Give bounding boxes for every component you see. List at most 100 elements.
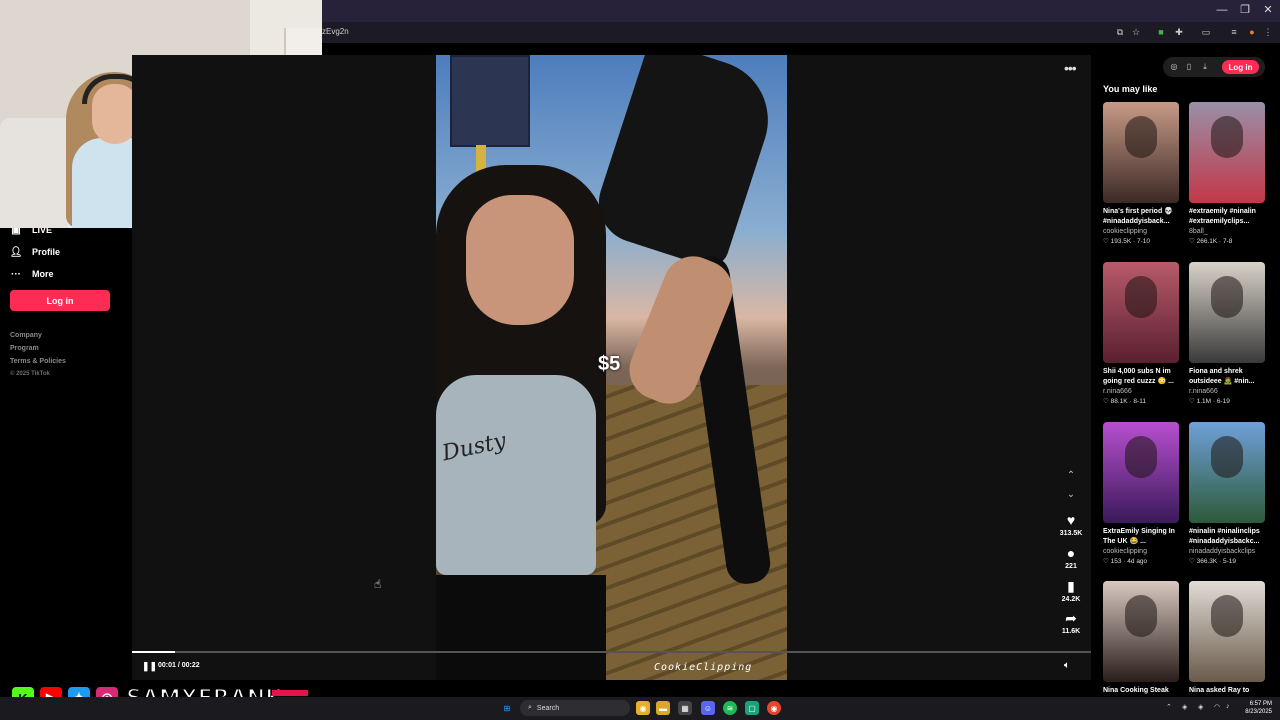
start-icon[interactable]: ⊞ <box>500 701 514 715</box>
card-meta: ♡ 153 · 4d ago <box>1103 558 1148 565</box>
recommendation-card[interactable]: Nina Cooking Steak <box>1103 581 1179 696</box>
extension-icon[interactable]: ■ <box>1155 26 1167 38</box>
footer-link-company[interactable]: Company <box>10 332 42 339</box>
coin-icon[interactable]: ◎ <box>1168 62 1180 71</box>
footer-link-program[interactable]: Program <box>10 345 39 352</box>
maximize-button[interactable]: ❐ <box>1235 3 1255 17</box>
tray-app-icon[interactable]: ◈ <box>1198 703 1203 711</box>
pause-icon[interactable]: ❚❚ <box>142 661 157 672</box>
video-watermark: CookieClipping <box>654 662 753 673</box>
card-thumbnail[interactable] <box>1103 422 1179 523</box>
chrome-active-icon[interactable]: ◉ <box>767 701 781 715</box>
recommendation-card[interactable]: #ninalin #ninalinclips #ninadaddyisbackc.… <box>1189 422 1265 567</box>
card-title-line2: going red cuzzz 😳 ... <box>1103 378 1174 385</box>
card-date: 4d ago <box>1127 558 1148 565</box>
save-button[interactable]: ▮ 24.2K <box>1058 578 1084 603</box>
extensions-puzzle-icon[interactable]: ✚ <box>1173 26 1185 38</box>
card-thumbnail[interactable] <box>1189 581 1265 682</box>
card-likes: 266.1K <box>1196 238 1218 245</box>
profile-icon: 👤︎ <box>9 246 23 258</box>
header-login-button[interactable]: Log in <box>1222 60 1259 74</box>
recommendation-card[interactable]: Shii 4,000 subs N im going red cuzzz 😳 ..… <box>1103 262 1179 407</box>
card-author[interactable]: cookieclipping <box>1103 227 1179 237</box>
taskbar-search[interactable]: ⌕ Search <box>520 700 630 716</box>
previous-video-icon[interactable]: ⌃ <box>1064 470 1078 481</box>
wifi-icon[interactable]: ◠ <box>1214 703 1220 711</box>
avatar[interactable]: ● <box>1246 26 1258 38</box>
card-thumbnail[interactable] <box>1103 581 1179 682</box>
discord-icon[interactable]: ☺ <box>701 701 715 715</box>
kebab-menu-icon[interactable]: ⋮ <box>1262 26 1274 38</box>
profile-menu-icon[interactable]: ≡ <box>1228 26 1240 38</box>
save-count: 24.2K <box>1061 596 1081 603</box>
card-thumbnail[interactable] <box>1189 262 1265 363</box>
minimize-button[interactable]: — <box>1212 3 1232 17</box>
close-window-button[interactable]: ✕ <box>1258 3 1278 17</box>
device-icon[interactable]: ▯ <box>1183 62 1195 71</box>
card-meta: ♡ 366.3K · 5-19 <box>1189 558 1237 565</box>
store-icon[interactable]: ▦ <box>678 701 692 715</box>
card-title-line2: #ninadaddyisbackc... <box>1189 538 1260 545</box>
spotify-icon[interactable]: ≋ <box>723 701 737 715</box>
sidepanel-icon[interactable]: ▭ <box>1200 26 1212 38</box>
url-text[interactable]: zEvg2n <box>322 27 349 36</box>
recommendation-card[interactable]: ExtraEmily Singing In The UK 😂 ... cookiec… <box>1103 422 1179 567</box>
card-thumbnail[interactable] <box>1103 102 1179 203</box>
card-author[interactable]: cookieclipping <box>1103 547 1179 557</box>
recommendation-card[interactable]: Nina's first period 💀 #ninadaddyisback...… <box>1103 102 1179 247</box>
sidebar-item-label: More <box>32 269 54 279</box>
card-author[interactable]: 8ball_ <box>1189 227 1265 237</box>
like-button[interactable]: ♥ 313.5K <box>1058 512 1084 537</box>
card-author[interactable]: r.nina666 <box>1103 387 1179 397</box>
download-icon[interactable]: ⤓ <box>1199 62 1211 72</box>
price-overlay: $5 <box>598 353 621 375</box>
card-likes: 193.5K <box>1110 238 1132 245</box>
bookmark-star-icon[interactable]: ☆ <box>1130 26 1142 38</box>
card-likes: 366.3K <box>1196 558 1218 565</box>
card-title: Nina's first period 💀 <box>1103 208 1173 215</box>
file-explorer-icon[interactable]: ▬ <box>656 701 670 715</box>
card-thumbnail[interactable] <box>1103 262 1179 363</box>
card-title: #ninalin #ninalinclips <box>1189 528 1260 535</box>
bookmark-icon: ▮ <box>1067 578 1075 594</box>
card-title: #extraemily #ninalin <box>1189 208 1256 215</box>
sidebar-item-profile[interactable]: 👤︎ Profile <box>10 246 60 258</box>
card-title: Nina Cooking Steak <box>1103 687 1169 694</box>
comment-button[interactable]: ● 221 <box>1058 545 1084 570</box>
card-author[interactable]: ninadaddyisbackclips <box>1189 547 1265 557</box>
card-title: Fiona and shrek <box>1189 368 1243 375</box>
more-options-icon[interactable]: ••• <box>1064 60 1077 76</box>
sidebar-item-more[interactable]: ··· More <box>10 268 54 280</box>
card-thumbnail[interactable] <box>1189 102 1265 203</box>
heart-icon: ♡ <box>1103 238 1111 245</box>
you-may-like-title: You may like <box>1103 84 1158 94</box>
share-count: 11.6K <box>1061 628 1081 635</box>
card-author[interactable]: r.nina666 <box>1189 387 1265 397</box>
app-icon[interactable]: ▢ <box>745 701 759 715</box>
comment-icon: ● <box>1066 545 1076 561</box>
share-button[interactable]: ➦ 11.6K <box>1058 610 1084 635</box>
heart-icon: ♡ <box>1189 558 1197 565</box>
heart-icon: ♡ <box>1103 398 1111 405</box>
video-frame[interactable]: Dusty $5 CookieClipping <box>436 55 787 680</box>
tray-app-icon[interactable]: ◈ <box>1182 703 1187 711</box>
sidebar-login-button[interactable]: Log in <box>10 290 110 311</box>
tray-chevron-icon[interactable]: ⌃ <box>1166 703 1172 711</box>
card-thumbnail[interactable] <box>1189 422 1265 523</box>
taskbar-clock[interactable]: 6:57 PM 8/23/2025 <box>1240 700 1272 716</box>
progress-bar[interactable] <box>132 651 1091 653</box>
recommendation-card[interactable]: Fiona and shrek outsideee 🧟 #nin... r.nina… <box>1189 262 1265 407</box>
speaker-icon[interactable]: ♪ <box>1226 703 1230 710</box>
install-icon[interactable]: ⧉ <box>1114 26 1126 38</box>
next-video-icon[interactable]: ⌄ <box>1064 489 1078 500</box>
footer-link-terms[interactable]: Terms & Policies <box>10 358 66 365</box>
card-date: 7-10 <box>1137 238 1151 245</box>
volume-icon[interactable]: 🔈︎ <box>1064 660 1070 671</box>
sidebar-item-label: Profile <box>32 247 61 257</box>
chrome-icon[interactable]: ◉ <box>636 701 650 715</box>
recommendation-card[interactable]: #extraemily #ninalin #extraemilyclips... 8… <box>1189 102 1265 247</box>
cursor-icon: ☝︎ <box>374 577 382 591</box>
heart-icon: ♥ <box>1066 512 1076 528</box>
heart-icon: ♡ <box>1189 238 1197 245</box>
recommendation-card[interactable]: Nina asked Ray to <box>1189 581 1265 696</box>
